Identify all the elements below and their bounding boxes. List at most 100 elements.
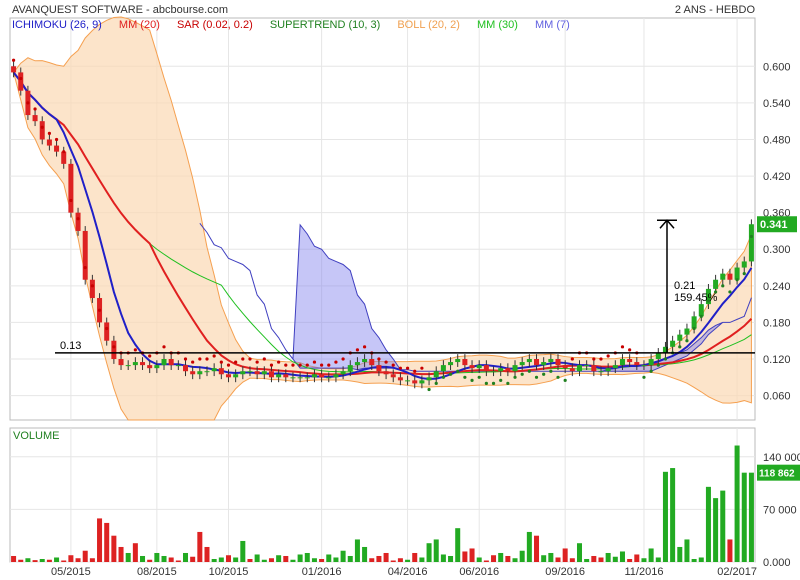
sar-dot — [663, 357, 668, 361]
candle-body — [526, 359, 532, 363]
volume-bar — [261, 559, 267, 562]
legend-mm20: MM (20) — [118, 19, 160, 31]
volume-bar — [662, 471, 668, 562]
volume-bar — [175, 560, 181, 562]
sar-dot — [334, 360, 338, 364]
volume-bar — [541, 555, 547, 562]
volume-bar — [168, 557, 174, 562]
volume-bar — [46, 559, 52, 562]
sar-dot — [148, 354, 152, 358]
candle-body — [326, 377, 332, 379]
sar-dot — [477, 375, 481, 379]
volume-bar — [311, 558, 317, 562]
sar-dot — [534, 375, 539, 379]
volume-bar — [548, 552, 554, 562]
candle-body — [455, 359, 461, 363]
volume-bar — [18, 559, 24, 562]
sar-dot — [434, 381, 438, 386]
volume-bar — [125, 552, 131, 562]
sar-dot — [198, 357, 202, 361]
stock-chart: 0.6000.5400.4800.4200.3600.3000.2400.180… — [9, 16, 800, 578]
candle-body — [247, 371, 253, 373]
candle-body — [32, 115, 38, 122]
candle-body — [734, 267, 740, 280]
candle-body — [612, 365, 618, 369]
volume-bar — [576, 543, 583, 562]
candle-body — [276, 374, 282, 378]
candle-body — [225, 374, 231, 378]
volume-title: VOLUME — [13, 430, 59, 442]
volume-bar — [39, 558, 45, 562]
sar-dot — [19, 76, 23, 81]
candle-body — [240, 371, 246, 375]
volume-bar — [304, 552, 310, 562]
y-tick-label: 0.240 — [763, 281, 791, 293]
volume-bar — [32, 560, 38, 562]
gain-percent: 159.45% — [674, 292, 718, 304]
volume-bar — [376, 555, 382, 562]
candle-body — [548, 359, 554, 363]
candle-body — [691, 316, 697, 329]
candle-body — [204, 371, 210, 373]
volume-bar — [383, 552, 389, 562]
candle-body — [383, 371, 389, 375]
volume-bar — [698, 557, 704, 562]
sar-dot — [735, 278, 739, 282]
volume-bar — [455, 528, 461, 562]
volume-bar — [505, 555, 511, 562]
volume-panel — [9, 427, 756, 563]
last-price-label: 0.341 — [760, 219, 788, 231]
volume-bar — [648, 548, 654, 562]
sar-dot — [749, 234, 754, 239]
candle-body — [347, 365, 353, 372]
volume-bar — [397, 558, 403, 562]
sar-dot — [191, 360, 195, 364]
y-tick-label: 0.420 — [763, 171, 791, 183]
candle-body — [591, 365, 597, 372]
sar-dot — [448, 372, 453, 376]
sar-dot — [105, 326, 109, 331]
candle-body — [190, 371, 196, 375]
volume-bar — [233, 557, 239, 562]
volume-bar — [218, 557, 224, 562]
volume-bar — [147, 559, 153, 562]
volume-bar — [204, 546, 210, 562]
volume-bar — [734, 445, 740, 562]
candle-body — [147, 365, 153, 369]
candle-body — [311, 374, 317, 378]
gain-value: 0.21 — [674, 280, 695, 292]
sar-dot — [384, 360, 388, 364]
volume-bar — [111, 535, 117, 562]
volume-bar — [705, 486, 711, 562]
volume-bar — [276, 555, 282, 562]
sar-dot — [62, 150, 66, 154]
volume-bar — [433, 539, 439, 562]
candle-body — [168, 359, 174, 366]
sar-dot — [513, 375, 517, 379]
volume-bar — [211, 558, 217, 562]
candle-body — [319, 374, 325, 378]
sar-dot — [699, 314, 703, 318]
sar-dot — [413, 369, 417, 373]
sar-dot — [355, 348, 360, 352]
volume-bar — [326, 554, 332, 562]
volume-bar — [562, 548, 568, 562]
sar-dot — [112, 345, 116, 349]
y-tick-label: 0.600 — [763, 61, 791, 73]
candle-body — [512, 365, 518, 372]
volume-bar — [476, 557, 482, 562]
candle-body — [741, 261, 747, 268]
candle-body — [605, 368, 611, 372]
volume-bar — [677, 546, 683, 562]
candle-body — [498, 368, 504, 372]
candle-body — [233, 374, 239, 378]
sar-dot — [133, 348, 137, 352]
candle-body — [405, 380, 411, 382]
sar-dot — [642, 375, 646, 379]
volume-tick-label: 140 000 — [763, 452, 800, 464]
candle-body — [340, 371, 346, 375]
candle-body — [132, 362, 138, 366]
volume-bar — [612, 556, 618, 562]
candle-body — [541, 362, 547, 366]
sar-dot — [162, 345, 166, 349]
